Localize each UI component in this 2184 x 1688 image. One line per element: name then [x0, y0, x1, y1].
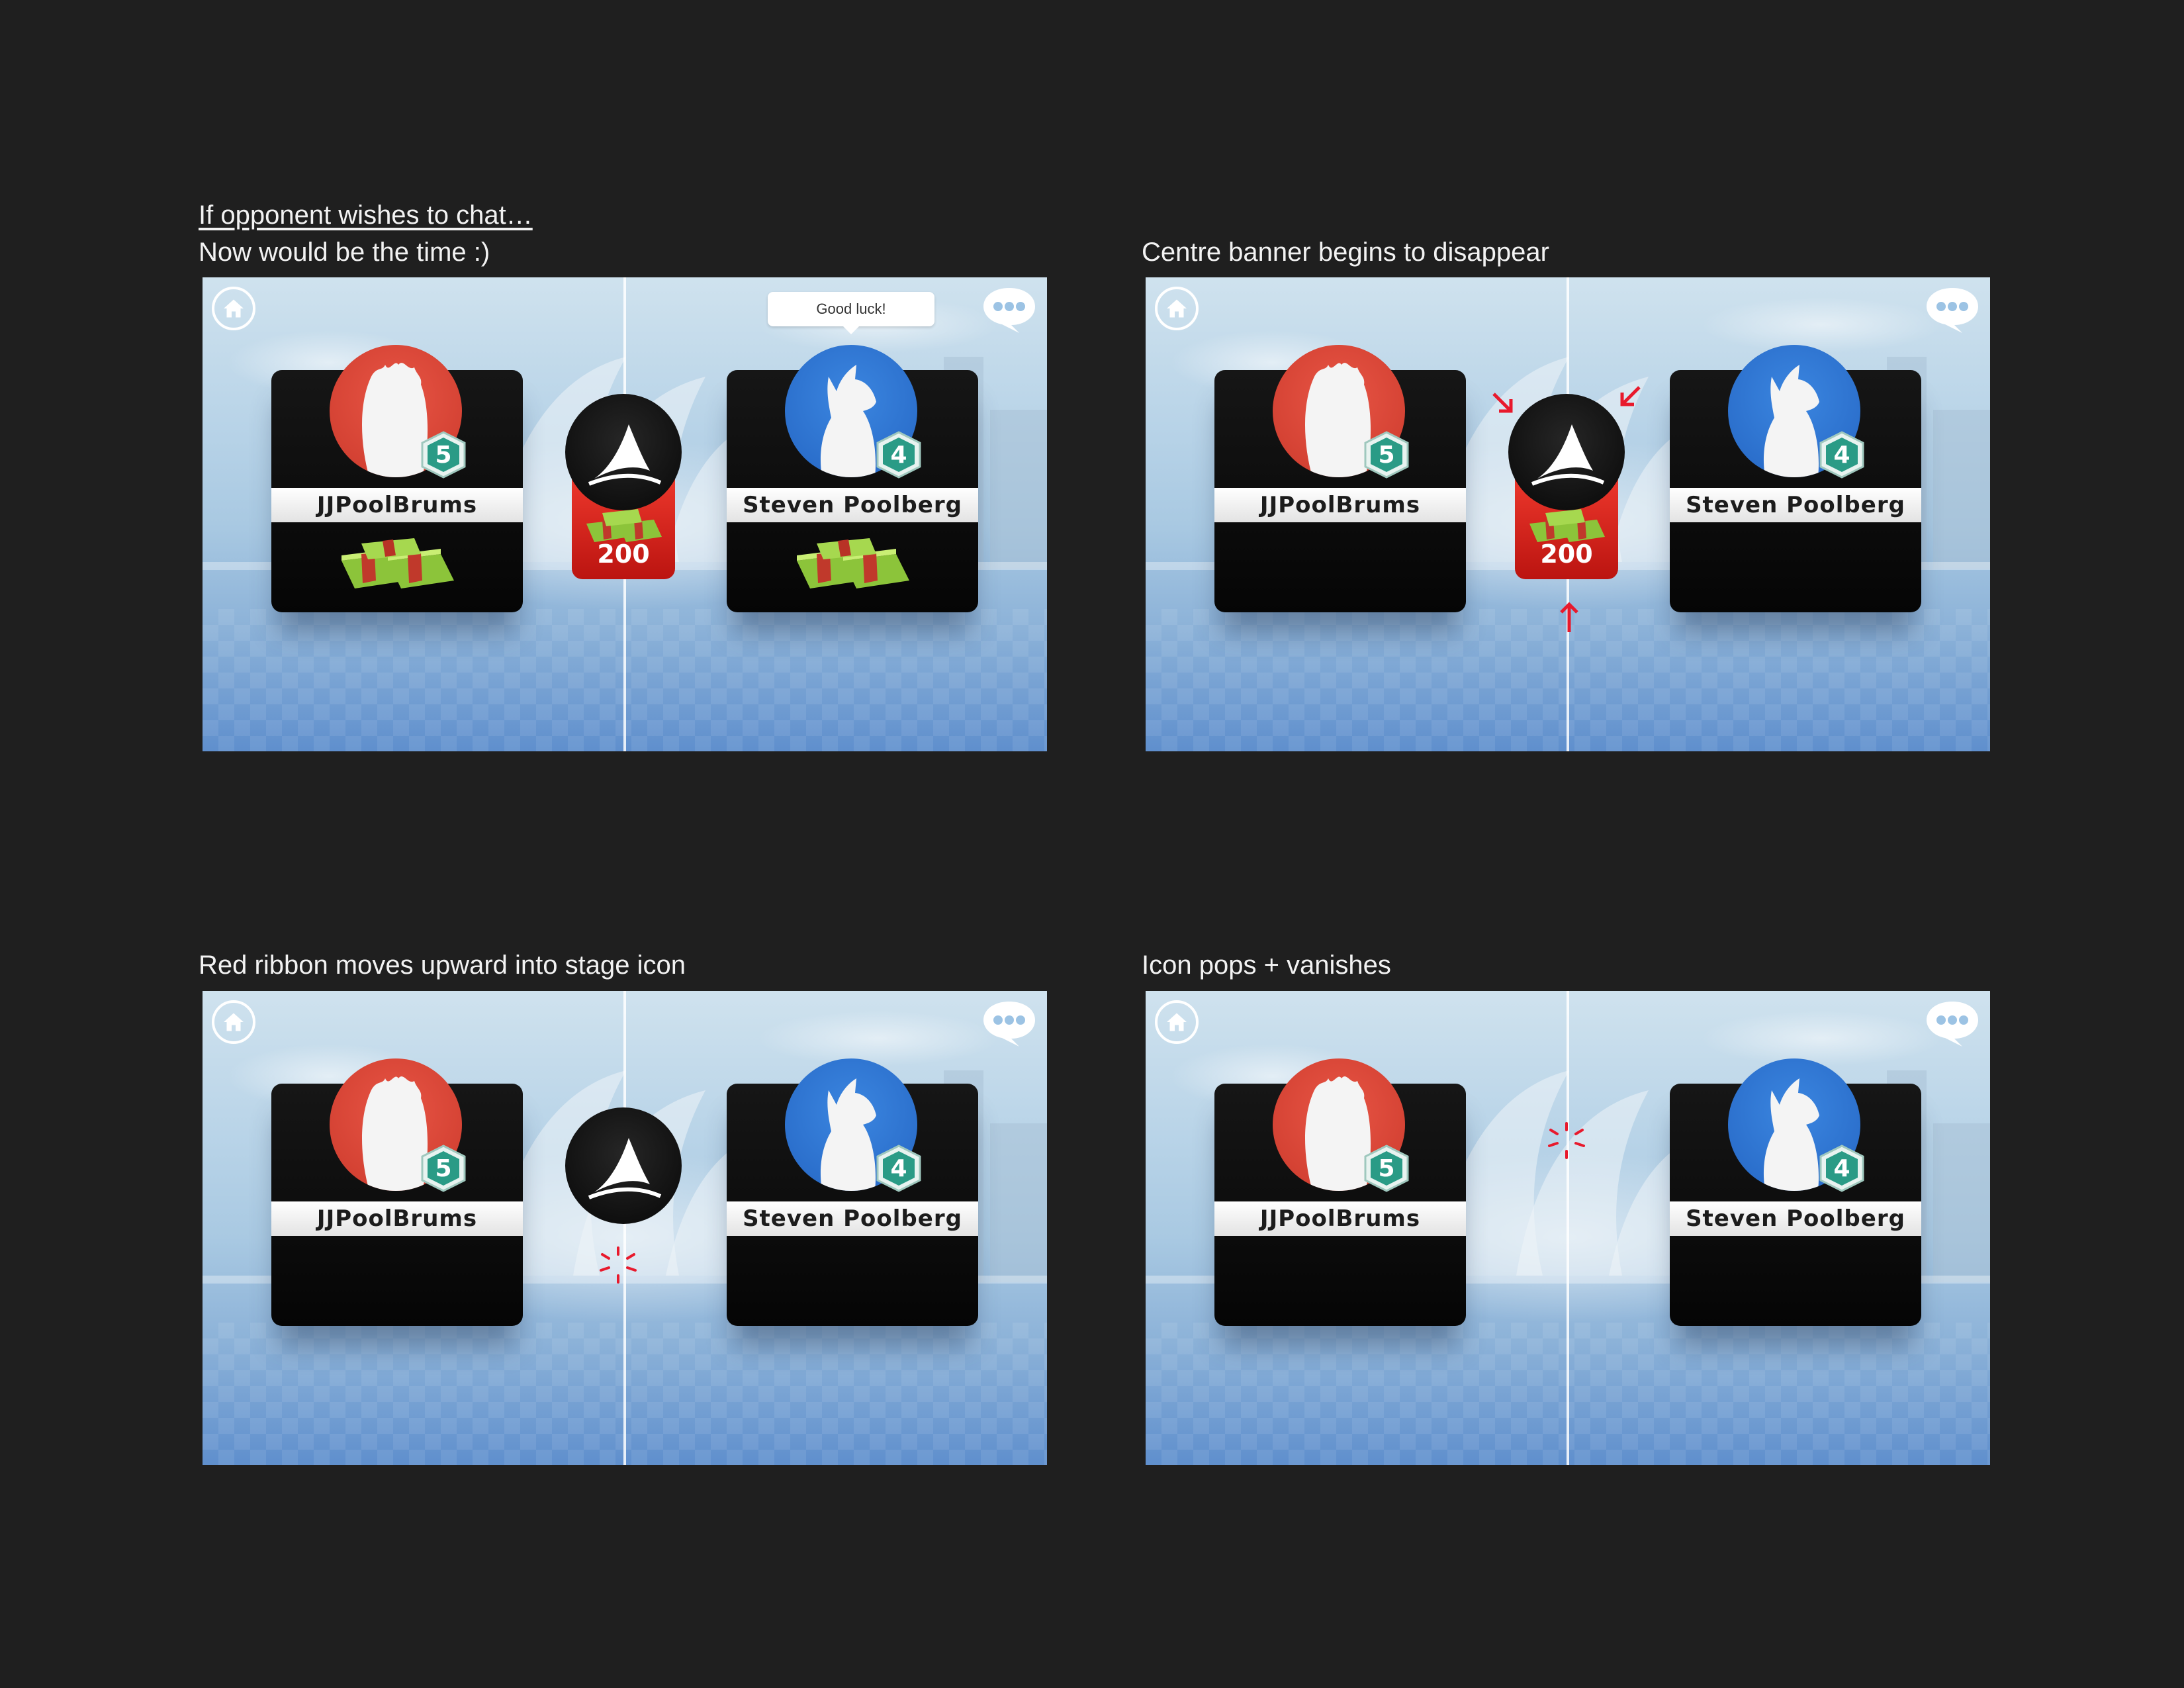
level-number: 5 — [435, 1154, 452, 1182]
annotation-arrow-icon — [1492, 393, 1513, 413]
stage-icon — [565, 1107, 682, 1224]
player-card-right: 4 Steven Poolberg — [1670, 345, 1921, 612]
frame-3-screen: 5 JJPoolBrums 4 Steven Poolberg — [203, 991, 1047, 1465]
chat-bubble-icon — [1927, 288, 1978, 333]
frame-2-screen: 5 JJPoolBrums 4 Steven Poolberg 200 — [1146, 277, 1990, 751]
frame-2-caption: Centre banner begins to disappear — [1142, 238, 1549, 267]
level-badge: 4 — [874, 1143, 924, 1194]
chat-button[interactable] — [981, 284, 1038, 334]
home-button[interactable] — [1155, 1000, 1199, 1044]
player-card-right: 4 Steven Poolberg — [727, 345, 978, 612]
player-card-left: 5 JJPoolBrums — [271, 1058, 523, 1326]
cash-stack-icon — [341, 538, 454, 588]
player-card-left: 5 JJPoolBrums — [271, 345, 523, 612]
level-number: 5 — [1378, 441, 1395, 469]
player-name: Steven Poolberg — [1670, 488, 1921, 522]
center-divider — [1567, 991, 1569, 1465]
level-badge: 4 — [874, 430, 924, 480]
home-icon — [224, 299, 244, 318]
pop-burst-icon — [1548, 1122, 1585, 1159]
chat-bubble-icon — [983, 288, 1035, 333]
player-name: JJPoolBrums — [271, 1201, 523, 1236]
stake-amount: 200 — [1540, 539, 1593, 569]
annotation-arrow-icon — [1560, 602, 1578, 632]
player-name: Steven Poolberg — [727, 488, 978, 522]
player-name: JJPoolBrums — [1214, 1201, 1466, 1236]
center-divider — [623, 991, 626, 1465]
shark-fin-icon — [588, 1138, 662, 1199]
level-number: 4 — [1833, 441, 1850, 469]
player-card-left: 5 JJPoolBrums — [1214, 345, 1466, 612]
level-number: 4 — [1833, 1154, 1850, 1182]
chat-hint-link[interactable]: If opponent wishes to chat… — [199, 197, 533, 234]
chat-bubble-icon — [983, 1002, 1035, 1047]
home-button[interactable] — [212, 287, 255, 330]
frame-4-screen: 5 JJPoolBrums 4 Steven Poolberg — [1146, 991, 1990, 1465]
player-name: Steven Poolberg — [727, 1201, 978, 1236]
pop-burst-icon — [600, 1246, 637, 1284]
player-name: Steven Poolberg — [1670, 1201, 1921, 1236]
level-badge: 5 — [1361, 430, 1412, 480]
level-badge: 5 — [418, 1143, 469, 1194]
level-badge: 4 — [1817, 1143, 1867, 1194]
player-card-right: 4 Steven Poolberg — [727, 1058, 978, 1326]
frame-4-caption: Icon pops + vanishes — [1142, 951, 1391, 980]
cash-stack-icon — [797, 538, 909, 588]
stake-amount: 200 — [597, 539, 650, 569]
home-icon — [1167, 1013, 1187, 1031]
home-icon — [224, 1013, 244, 1031]
player-name: JJPoolBrums — [1214, 488, 1466, 522]
stage-icon — [565, 394, 682, 510]
frame-1-caption: Now would be the time :) — [199, 238, 490, 267]
shark-fin-icon — [1531, 424, 1605, 486]
level-number: 5 — [435, 441, 452, 469]
player-card-right: 4 Steven Poolberg — [1670, 1058, 1921, 1326]
chat-button[interactable] — [1924, 284, 1981, 334]
home-button[interactable] — [212, 1000, 255, 1044]
annotation-arrow-icon — [1620, 386, 1641, 406]
player-card-left: 5 JJPoolBrums — [1214, 1058, 1466, 1326]
home-button[interactable] — [1155, 287, 1199, 330]
level-number: 4 — [890, 1154, 907, 1182]
home-icon — [1167, 299, 1187, 318]
player-name: JJPoolBrums — [271, 488, 523, 522]
level-badge: 5 — [1361, 1143, 1412, 1194]
level-number: 4 — [890, 441, 907, 469]
chat-button[interactable] — [981, 998, 1038, 1048]
level-badge: 4 — [1817, 430, 1867, 480]
stage-icon — [1508, 394, 1625, 510]
frame-1-screen: Good luck! 5 JJPoolBrums 4 Steven Poolbe… — [203, 277, 1047, 751]
level-number: 5 — [1378, 1154, 1395, 1182]
frame-3-caption: Red ribbon moves upward into stage icon — [199, 951, 686, 980]
chat-button[interactable] — [1924, 998, 1981, 1048]
chat-bubble-icon — [1927, 1002, 1978, 1047]
shark-fin-icon — [588, 424, 662, 486]
chat-message-bubble: Good luck! — [768, 292, 934, 334]
level-badge: 5 — [418, 430, 469, 480]
